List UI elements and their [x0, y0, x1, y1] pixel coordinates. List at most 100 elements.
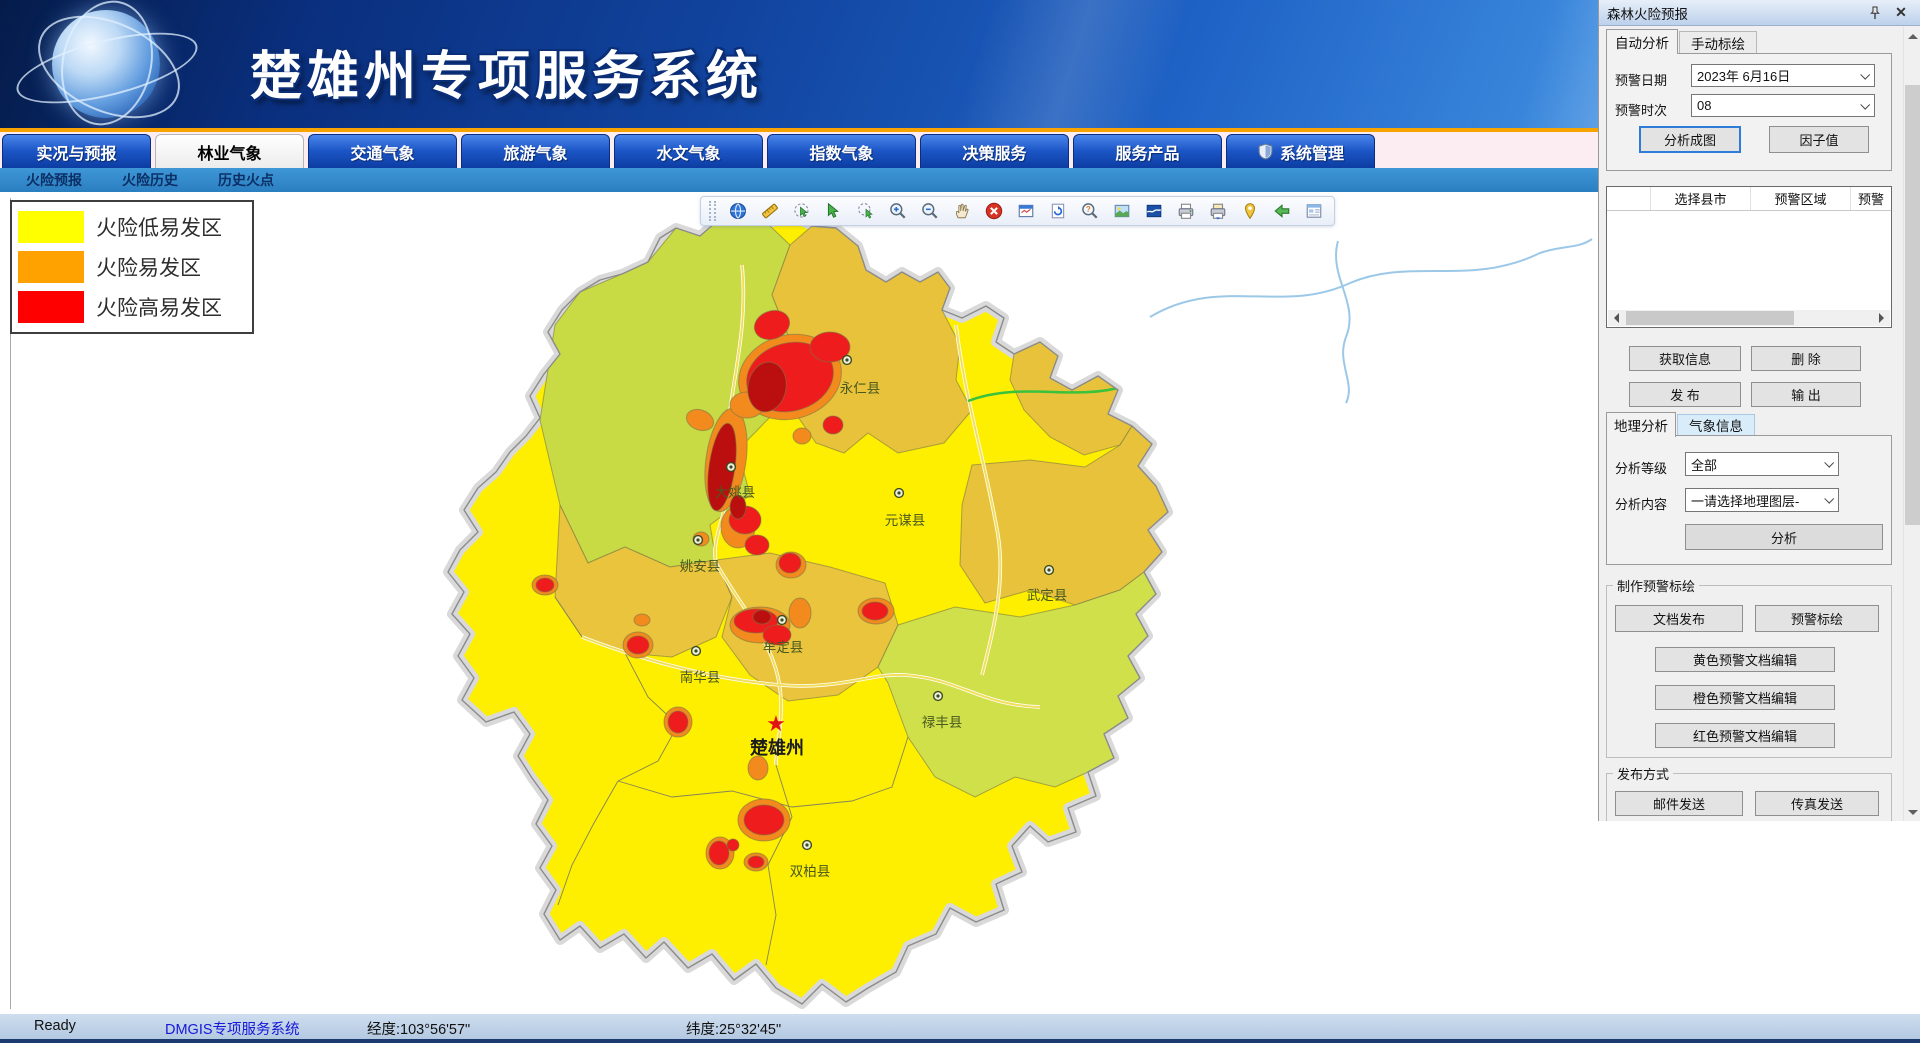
county-label: 元谋县 [885, 513, 926, 528]
tab-auto-analysis[interactable]: 自动分析 [1606, 29, 1678, 54]
toolbar-grip-handle[interactable] [709, 201, 716, 221]
tab-manual-plot[interactable]: 手动标绘 [1679, 31, 1757, 54]
fire-risk-map[interactable]: 永仁县元谋县大姚县姚安县武定县牟定县南华县禄丰县双柏县 ★ 楚雄州 [420, 205, 1595, 1011]
tab-weather-info[interactable]: 气象信息 [1677, 414, 1755, 436]
map-image-icon[interactable] [1144, 201, 1164, 221]
legend-swatch [18, 211, 84, 243]
column-header-warning: 预警 [1851, 187, 1891, 210]
panel-vscrollbar[interactable] [1903, 27, 1920, 821]
scroll-up-arrow[interactable] [1904, 27, 1920, 44]
zoom-out-icon[interactable] [920, 201, 940, 221]
analysis-level-select[interactable]: 全部 [1685, 452, 1839, 476]
tab-system-management[interactable]: 系统管理 [1226, 134, 1375, 168]
tab-label: 交通气象 [350, 140, 414, 164]
county-label: 南华县 [680, 670, 721, 685]
subtab-fire-history[interactable]: 火险历史 [122, 170, 178, 190]
identify-icon[interactable] [1080, 201, 1100, 221]
layout-icon[interactable] [1304, 201, 1324, 221]
analyze-button[interactable]: 分析 [1685, 524, 1883, 550]
close-icon[interactable]: ✕ [1893, 4, 1909, 20]
back-icon[interactable] [1272, 201, 1292, 221]
measure-icon[interactable] [760, 201, 780, 221]
full-extent-icon[interactable] [1016, 201, 1036, 221]
vscroll-thumb[interactable] [1905, 85, 1920, 525]
tab-service-products[interactable]: 服务产品 [1073, 134, 1222, 168]
warning-table[interactable]: 选择县市 预警区域 预警 [1606, 186, 1892, 328]
tab-label: 决策服务 [962, 140, 1026, 164]
identify-icon-glyph [1081, 202, 1099, 220]
clear-icon[interactable] [984, 201, 1004, 221]
globe-icon[interactable] [728, 201, 748, 221]
tab-label: 林业气象 [197, 140, 261, 164]
subtab-fire-forecast[interactable]: 火险预报 [26, 170, 82, 190]
refresh-icon-glyph [1049, 202, 1067, 220]
publish-group-title: 发布方式 [1613, 764, 1673, 783]
tab-hydrology-weather[interactable]: 水文气象 [614, 134, 763, 168]
legend-label: 火险高易发区 [96, 292, 222, 322]
pan-icon[interactable] [952, 201, 972, 221]
hscroll-thumb[interactable] [1626, 311, 1794, 325]
tab-label: 实况与预报 [36, 140, 116, 164]
select-by-circle-icon[interactable] [856, 201, 876, 221]
scroll-down-arrow[interactable] [1904, 804, 1920, 821]
tab-index-weather[interactable]: 指数气象 [767, 134, 916, 168]
print-preview-icon[interactable] [1208, 201, 1228, 221]
factor-value-button[interactable]: 因子值 [1769, 126, 1869, 153]
status-ready: Ready [34, 1018, 76, 1034]
pin-icon[interactable] [1867, 5, 1883, 21]
doc-publish-button[interactable]: 文档发布 [1615, 605, 1743, 632]
print-icon[interactable] [1176, 201, 1196, 221]
tab-decision-service[interactable]: 决策服务 [920, 134, 1069, 168]
analyze-map-button[interactable]: 分析成图 [1639, 126, 1741, 153]
forest-fire-panel: 森林火险预报 ✕ 自动分析 手动标绘 预警日期 2023年 6月16日 预警时次… [1598, 0, 1920, 821]
status-system-link[interactable]: DMGIS专项服务系统 [165, 1018, 300, 1039]
yellow-warning-doc-button[interactable]: 黄色预警文档编辑 [1655, 647, 1835, 672]
orange-warning-doc-button[interactable]: 橙色预警文档编辑 [1655, 685, 1835, 710]
tab-forestry-weather[interactable]: 林业气象 [155, 134, 304, 168]
map-toolbar [700, 196, 1335, 226]
export-image-icon[interactable] [1112, 201, 1132, 221]
county-label: 武定县 [1027, 588, 1068, 603]
zoom-out-icon-glyph [921, 202, 939, 220]
tab-tourism-weather[interactable]: 旅游气象 [461, 134, 610, 168]
zoom-in-icon-glyph [889, 202, 907, 220]
tab-label: 地理分析 [1614, 415, 1668, 435]
tab-label: 服务产品 [1115, 140, 1179, 164]
subtab-history-firepoints[interactable]: 历史火点 [218, 170, 274, 190]
tab-label: 旅游气象 [503, 140, 567, 164]
zoom-in-icon[interactable] [888, 201, 908, 221]
legend-swatch [18, 291, 84, 323]
panel-header: 森林火险预报 ✕ [1599, 0, 1920, 26]
analysis-level-label: 分析等级 [1615, 458, 1667, 477]
export-button[interactable]: 输 出 [1751, 382, 1861, 407]
select-by-graphic-icon[interactable] [792, 201, 812, 221]
warning-plot-button[interactable]: 预警标绘 [1755, 605, 1879, 632]
pointer-icon[interactable] [824, 201, 844, 221]
tab-traffic-weather[interactable]: 交通气象 [308, 134, 457, 168]
table-hscrollbar[interactable] [1608, 310, 1890, 326]
warning-time-select[interactable]: 08 [1691, 94, 1875, 117]
fax-send-button[interactable]: 传真发送 [1755, 791, 1879, 816]
county-marker-icon [803, 841, 812, 850]
analysis-content-select[interactable]: 一请选择地理图层- [1685, 488, 1839, 512]
legend-label: 火险易发区 [96, 252, 201, 282]
select-by-circle-icon-glyph [857, 202, 875, 220]
delete-button[interactable]: 删 除 [1751, 346, 1861, 371]
plot-group-title: 制作预警标绘 [1613, 576, 1699, 595]
scroll-left-arrow[interactable] [1608, 310, 1624, 326]
warning-date-select[interactable]: 2023年 6月16日 [1691, 64, 1875, 87]
scroll-right-arrow[interactable] [1874, 310, 1890, 326]
tab-geo-analysis[interactable]: 地理分析 [1606, 412, 1676, 437]
county-marker-icon [727, 463, 736, 472]
analysis-level-value: 全部 [1691, 455, 1717, 474]
publish-button[interactable]: 发 布 [1629, 382, 1741, 407]
pin-marker-icon[interactable] [1240, 201, 1260, 221]
tab-live-forecast[interactable]: 实况与预报 [2, 134, 151, 168]
email-send-button[interactable]: 邮件发送 [1615, 791, 1743, 816]
tab-label: 气象信息 [1689, 415, 1743, 435]
red-warning-doc-button[interactable]: 红色预警文档编辑 [1655, 723, 1835, 748]
full-extent-icon-glyph [1017, 202, 1035, 220]
refresh-icon[interactable] [1048, 201, 1068, 221]
get-info-button[interactable]: 获取信息 [1629, 346, 1741, 371]
warning-date-label: 预警日期 [1615, 70, 1667, 89]
